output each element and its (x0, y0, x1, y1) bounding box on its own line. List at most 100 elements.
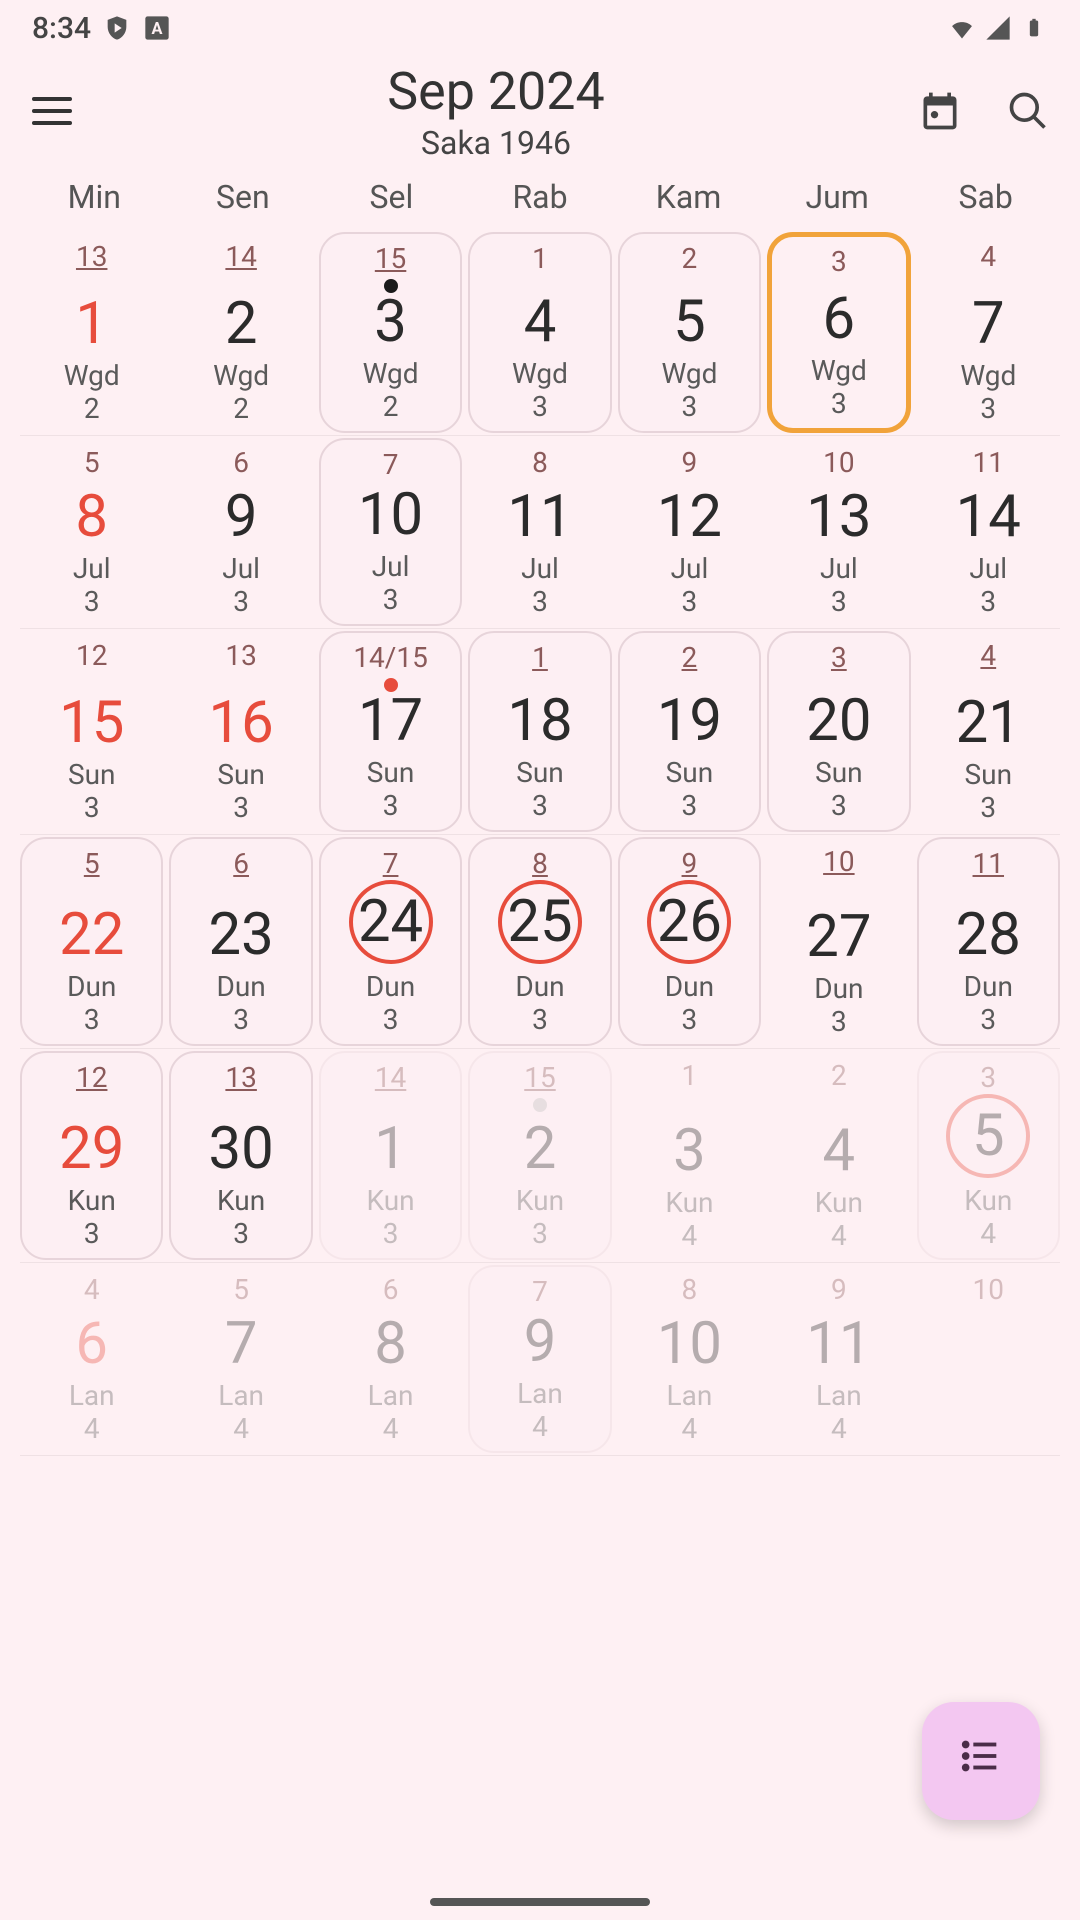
day-cell[interactable]: 35Kun4 (917, 1051, 1060, 1260)
day-cell[interactable]: 810Lan4 (618, 1265, 761, 1453)
cell-sub: 4 (233, 1412, 249, 1445)
main-date: 20 (806, 692, 871, 750)
cell-sub: 3 (831, 789, 847, 822)
main-date: 6 (75, 1315, 108, 1373)
main-date: 9 (524, 1313, 557, 1371)
secondary-date: 2 (682, 242, 698, 275)
main-date: 10 (358, 486, 423, 544)
day-cell[interactable]: 1027Dun3 (767, 837, 910, 1046)
day-cell[interactable]: 1013Jul3 (767, 438, 910, 626)
day-cell[interactable]: 1330Kun3 (169, 1051, 312, 1260)
cell-month: Wgd (811, 354, 867, 387)
secondary-date: 6 (233, 847, 249, 880)
main-date: 11 (507, 488, 572, 546)
day-cell[interactable]: 142Wgd2 (169, 232, 312, 433)
day-cell[interactable]: 926Dun3 (618, 837, 761, 1046)
day-cell[interactable]: 13Kun4 (618, 1051, 761, 1260)
day-cell[interactable]: 57Lan4 (169, 1265, 312, 1453)
week-row: 1229Kun31330Kun3141Kun3152Kun313Kun424Ku… (20, 1049, 1060, 1263)
main-date: 4 (524, 293, 557, 351)
cell-sub: 3 (980, 585, 996, 618)
svg-text:A: A (152, 19, 163, 38)
week-row: 1215Sun31316Sun314/1517Sun3118Sun3219Sun… (20, 629, 1060, 835)
day-cell[interactable]: 1229Kun3 (20, 1051, 163, 1260)
main-date: 16 (209, 694, 274, 752)
day-cell[interactable]: 68Lan4 (319, 1265, 462, 1453)
day-cell[interactable]: 522Dun3 (20, 837, 163, 1046)
day-cell[interactable]: 58Jul3 (20, 438, 163, 626)
day-cell[interactable]: 1114Jul3 (917, 438, 1060, 626)
cell-month: Dun (366, 970, 415, 1003)
week-row: 522Dun3623Dun3724Dun3825Dun3926Dun31027D… (20, 835, 1060, 1049)
day-cell[interactable]: 421Sun3 (917, 631, 1060, 832)
cell-month: Sun (965, 758, 1013, 791)
cell-sub: 3 (84, 585, 100, 618)
day-cell[interactable]: 710Jul3 (319, 438, 462, 626)
day-cell[interactable]: 724Dun3 (319, 837, 462, 1046)
weekday-header: Min Sen Sel Rab Kam Jum Sab (0, 166, 1080, 230)
gesture-handle[interactable] (430, 1898, 650, 1906)
day-cell[interactable]: 10 (917, 1265, 1060, 1453)
cell-month: Wgd (64, 359, 120, 392)
main-date: 22 (59, 906, 124, 964)
day-cell[interactable]: 131Wgd2 (20, 232, 163, 433)
day-cell[interactable]: 320Sun3 (767, 631, 910, 832)
weekday-label: Sab (911, 178, 1060, 216)
cell-sub: 3 (532, 1217, 548, 1250)
day-cell[interactable]: 36Wgd3 (767, 232, 910, 433)
day-cell[interactable]: 47Wgd3 (917, 232, 1060, 433)
day-cell[interactable]: 152Kun3 (468, 1051, 611, 1260)
main-date: 5 (946, 1094, 1030, 1178)
day-cell[interactable]: 141Kun3 (319, 1051, 462, 1260)
cell-month: Jul (372, 550, 410, 583)
search-button[interactable] (1004, 87, 1052, 135)
day-cell[interactable]: 14Wgd3 (468, 232, 611, 433)
main-date: 10 (657, 1315, 722, 1373)
day-cell[interactable]: 24Kun4 (767, 1051, 910, 1260)
secondary-date: 7 (383, 448, 399, 481)
hamburger-icon (32, 109, 72, 113)
main-date: 7 (972, 295, 1005, 353)
secondary-date: 8 (682, 1273, 698, 1306)
day-cell[interactable]: 912Jul3 (618, 438, 761, 626)
day-cell[interactable]: 911Lan4 (767, 1265, 910, 1453)
cell-month: Dun (964, 970, 1013, 1003)
day-cell[interactable]: 1316Sun3 (169, 631, 312, 832)
day-cell[interactable]: 825Dun3 (468, 837, 611, 1046)
day-cell[interactable]: 1128Dun3 (917, 837, 1060, 1046)
day-cell[interactable]: 69Jul3 (169, 438, 312, 626)
cell-sub: 3 (682, 585, 698, 618)
week-row: 58Jul369Jul3710Jul3811Jul3912Jul31013Jul… (20, 436, 1060, 629)
main-date: 9 (225, 488, 258, 546)
weekday-label: Kam (614, 178, 763, 216)
day-cell[interactable]: 219Sun3 (618, 631, 761, 832)
cell-month: Sun (367, 756, 415, 789)
day-cell[interactable]: 14/1517Sun3 (319, 631, 462, 832)
main-date: 5 (673, 293, 706, 351)
secondary-date: 11 (973, 847, 1004, 880)
day-cell[interactable]: 79Lan4 (468, 1265, 611, 1453)
cell-month: Wgd (512, 357, 568, 390)
day-cell[interactable]: 623Dun3 (169, 837, 312, 1046)
cell-month: Lan (69, 1379, 115, 1412)
day-cell[interactable]: 118Sun3 (468, 631, 611, 832)
day-cell[interactable]: 153Wgd2 (319, 232, 462, 433)
day-cell[interactable]: 811Jul3 (468, 438, 611, 626)
day-cell[interactable]: 1215Sun3 (20, 631, 163, 832)
secondary-date: 4 (84, 1273, 100, 1306)
month-picker[interactable]: Sep 2024 Saka 1946 (76, 61, 916, 162)
main-date: 24 (349, 880, 433, 964)
cell-month: Jul (671, 552, 709, 585)
main-date: 8 (374, 1315, 407, 1373)
secondary-date: 5 (84, 847, 100, 880)
main-date: 8 (75, 488, 108, 546)
secondary-date: 1 (532, 641, 548, 674)
today-button[interactable] (916, 87, 964, 135)
agenda-fab[interactable] (922, 1702, 1040, 1820)
cell-sub: 3 (980, 392, 996, 425)
day-cell[interactable]: 46Lan4 (20, 1265, 163, 1453)
secondary-date: 13 (225, 1061, 256, 1094)
day-cell[interactable]: 25Wgd3 (618, 232, 761, 433)
cell-sub: 3 (84, 1003, 100, 1036)
menu-button[interactable] (28, 87, 76, 135)
